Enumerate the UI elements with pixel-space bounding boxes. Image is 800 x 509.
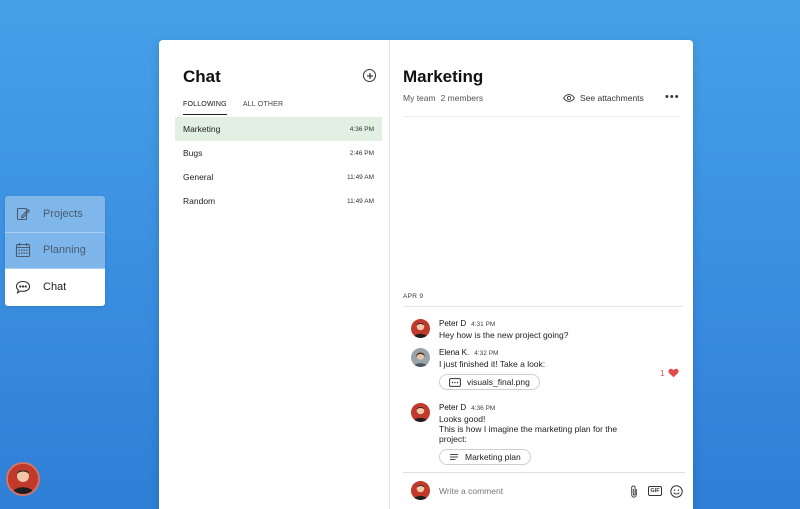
channel-name: General [183, 172, 214, 182]
nav-item-label: Planning [43, 244, 86, 257]
page-title: Chat [183, 67, 221, 86]
channel-name: Random [183, 196, 216, 206]
more-options-button[interactable]: ••• [665, 91, 680, 103]
channel-list-panel: Chat FOLLOWING ALL OTHER Marketing 4:36 … [159, 40, 390, 509]
avatar[interactable] [411, 348, 430, 367]
channel-item-bugs[interactable]: Bugs 2:46 PM [175, 141, 382, 165]
channel-tabs: FOLLOWING ALL OTHER [183, 101, 299, 115]
date-divider [403, 306, 683, 307]
attachment-name: Marketing plan [465, 452, 521, 462]
composer-divider [403, 472, 685, 473]
channel-item-marketing[interactable]: Marketing 4:36 PM [175, 117, 382, 141]
see-attachments-label: See attachments [580, 93, 644, 103]
conversation-subtitle: My team 2 members [403, 93, 483, 103]
emoji-button[interactable] [669, 484, 683, 498]
attachment-chip[interactable]: Marketing plan [439, 449, 531, 465]
nav-item-projects[interactable]: Projects [5, 196, 105, 233]
nav-item-chat[interactable]: Chat [5, 269, 105, 306]
current-user-avatar[interactable] [6, 462, 40, 496]
message-author[interactable]: Peter D [439, 403, 466, 412]
edit-icon [15, 206, 31, 222]
channel-name: Bugs [183, 148, 203, 158]
message-text: This is how I imagine the marketing plan… [439, 424, 618, 434]
nav-item-label: Projects [43, 207, 83, 220]
nav-item-label: Chat [43, 281, 67, 294]
conversation-title: Marketing [403, 67, 484, 86]
comment-input[interactable] [439, 483, 609, 499]
tab-all-other[interactable]: ALL OTHER [243, 101, 283, 115]
side-navigation: Projects Planning Chat [5, 196, 105, 306]
see-attachments-button[interactable]: See attachments [563, 93, 644, 103]
paperclip-icon [631, 484, 637, 498]
attachment-name: visuals_final.png [467, 377, 530, 387]
team-name[interactable]: My team [403, 93, 436, 103]
smiley-icon [669, 484, 683, 498]
chat-window: Chat FOLLOWING ALL OTHER Marketing 4:36 … [159, 40, 693, 509]
tab-following[interactable]: FOLLOWING [183, 101, 227, 115]
composer-toolbar: GIF [627, 484, 683, 498]
avatar [411, 481, 430, 500]
message-author[interactable]: Peter D [439, 319, 466, 328]
reaction-count: 1 [660, 368, 665, 378]
plus-icon [366, 72, 373, 79]
nav-item-planning[interactable]: Planning [5, 232, 105, 269]
gif-button[interactable]: GIF [647, 484, 663, 498]
channel-time: 2:46 PM [349, 149, 374, 157]
message-time: 4:36 PM [471, 405, 496, 412]
avatar[interactable] [411, 403, 430, 422]
message-text: I just finished it! Take a look: [439, 359, 546, 369]
attachment-chip[interactable]: visuals_final.png [439, 374, 540, 390]
image-file-icon [449, 377, 461, 387]
member-count[interactable]: 2 members [441, 93, 484, 103]
channel-item-general[interactable]: General 11:49 AM [175, 165, 382, 189]
conversation-panel: Marketing My team 2 members See attachme… [391, 40, 693, 509]
message-text: Looks good! [439, 414, 486, 424]
message-text: project: [439, 434, 467, 444]
chat-bubble-icon [15, 279, 31, 295]
reaction-badge[interactable]: 1 [660, 368, 680, 378]
date-separator: APR 9 [403, 293, 424, 300]
channel-item-random[interactable]: Random 11:49 AM [175, 189, 382, 213]
calendar-icon [15, 242, 31, 258]
channel-time: 4:36 PM [349, 125, 374, 133]
document-lines-icon [450, 454, 458, 460]
channel-time: 11:49 AM [347, 173, 374, 181]
heart-icon [668, 368, 680, 378]
message-author[interactable]: Elena K. [439, 348, 469, 357]
message-time: 4:32 PM [474, 350, 499, 357]
message-text: Hey how is the new project going? [439, 330, 569, 340]
avatar[interactable] [411, 319, 430, 338]
header-divider [403, 116, 680, 117]
gif-icon: GIF [647, 486, 663, 496]
attach-button[interactable] [627, 484, 641, 498]
eye-icon [563, 94, 575, 102]
channel-list: Marketing 4:36 PM Bugs 2:46 PM General 1… [175, 117, 382, 213]
channel-time: 11:49 AM [347, 197, 374, 205]
message-time: 4:31 PM [471, 321, 496, 328]
add-channel-button[interactable] [363, 69, 376, 82]
channel-name: Marketing [183, 124, 221, 134]
